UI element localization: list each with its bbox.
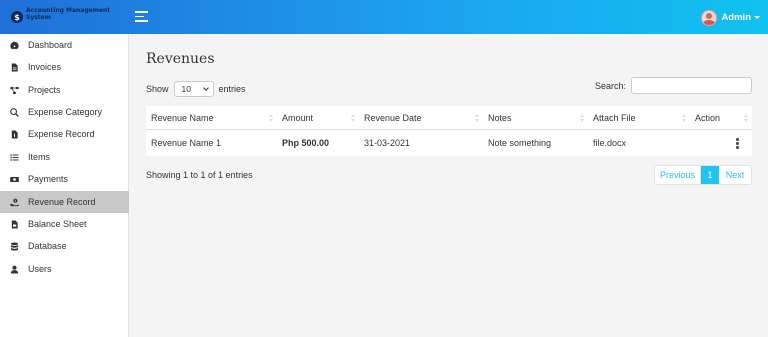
revenues-table: Revenue Name Amount Revenue Date Notes A… — [146, 106, 752, 156]
sidebar-item-users[interactable]: Users — [0, 258, 129, 280]
user-menu[interactable]: Admin — [701, 9, 760, 26]
sidebar-item-expense-category[interactable]: Expense Category — [0, 101, 129, 123]
user-name: Admin — [721, 12, 751, 23]
brand-line-2: System — [26, 13, 51, 21]
column-header-revenue-name[interactable]: Revenue Name — [146, 106, 277, 129]
project-diagram-icon — [0, 86, 28, 95]
sort-icon — [580, 114, 585, 123]
table-info: Showing 1 to 1 of 1 entries — [146, 170, 253, 180]
page-title: Revenues — [146, 51, 215, 67]
top-navbar: $ Accounting Management System Admin — [0, 0, 768, 34]
column-header-label: Attach File — [593, 112, 636, 123]
column-header-label: Notes — [488, 112, 512, 123]
column-header-revenue-date[interactable]: Revenue Date — [359, 106, 483, 129]
file-invoice-icon — [0, 62, 28, 72]
table-search: Search: — [595, 77, 752, 94]
sidebar-item-projects[interactable]: Projects — [0, 79, 129, 101]
sidebar-item-dashboard[interactable]: Dashboard — [0, 34, 129, 56]
caret-down-icon — [754, 16, 760, 19]
sidebar-item-revenue-record[interactable]: Revenue Record — [0, 191, 129, 213]
column-header-label: Amount — [282, 112, 314, 123]
page-1-button[interactable]: 1 — [701, 166, 719, 184]
sidebar-item-label: Payments — [28, 174, 69, 184]
entries-select[interactable]: 10 — [173, 81, 214, 97]
user-icon — [0, 265, 28, 274]
sort-icon — [475, 114, 480, 123]
sidebar-item-label: Projects — [28, 85, 61, 95]
cell-revenue-date: 31-03-2021 — [364, 138, 411, 148]
pagination: Previous 1 Next — [654, 165, 752, 185]
sort-icon — [682, 114, 687, 123]
sidebar-item-label: Expense Record — [28, 129, 95, 139]
cell-notes: Note something — [488, 138, 552, 148]
list-icon — [0, 153, 28, 162]
sidebar-item-database[interactable]: Database — [0, 235, 129, 257]
logo-icon: $ — [11, 11, 23, 23]
sidebar-item-label: Users — [28, 264, 52, 274]
sidebar-item-expense-record[interactable]: Expense Record — [0, 123, 129, 145]
sidebar-item-payments[interactable]: Payments — [0, 168, 129, 190]
file-balance-icon — [0, 219, 28, 229]
next-page-button[interactable]: Next — [719, 166, 751, 184]
column-header-label: Action — [695, 112, 721, 123]
svg-text:$: $ — [14, 13, 20, 22]
column-header-amount[interactable]: Amount — [277, 106, 359, 129]
sidebar-item-label: Revenue Record — [28, 197, 96, 207]
money-bill-icon — [0, 175, 28, 184]
cell-action — [690, 130, 752, 156]
database-icon — [0, 241, 28, 251]
entries-label: entries — [218, 84, 246, 94]
dashboard-icon — [0, 41, 28, 50]
sidebar-item-label: Balance Sheet — [28, 219, 87, 229]
table-header: Revenue Name Amount Revenue Date Notes A… — [146, 106, 752, 130]
entries-length-control: Show 10 entries — [146, 81, 246, 97]
menu-toggle-icon[interactable] — [135, 11, 148, 22]
sort-icon — [744, 114, 749, 123]
cell-amount: Php 500.00 — [282, 138, 330, 148]
sort-icon — [269, 114, 274, 123]
column-header-notes[interactable]: Notes — [483, 106, 588, 129]
sidebar-item-label: Database — [28, 241, 67, 251]
column-header-label: Revenue Name — [151, 112, 214, 123]
sidebar-item-label: Invoices — [28, 62, 62, 72]
sort-icon — [351, 114, 356, 123]
search-dollar-icon — [0, 107, 28, 117]
search-label: Search: — [594, 80, 626, 91]
sidebar: Dashboard Invoices Projects Expense Cate… — [0, 34, 129, 337]
sidebar-item-label: Expense Category — [28, 107, 103, 117]
sidebar-item-label: Dashboard — [28, 40, 73, 50]
previous-page-button[interactable]: Previous — [655, 166, 701, 184]
table-row: Revenue Name 1 Php 500.00 31-03-2021 Not… — [146, 130, 752, 156]
cell-attach-file[interactable]: file.docx — [588, 130, 690, 156]
search-input[interactable] — [631, 77, 752, 94]
more-options-icon[interactable] — [736, 138, 739, 149]
column-header-action[interactable]: Action — [690, 106, 752, 129]
sidebar-item-items[interactable]: Items — [0, 146, 129, 168]
sidebar-item-label: Items — [28, 152, 51, 162]
hand-holding-dollar-icon — [0, 198, 28, 207]
sidebar-item-invoices[interactable]: Invoices — [0, 56, 129, 78]
cell-revenue-name: Revenue Name 1 — [151, 138, 222, 148]
entries-value: 10 — [181, 84, 191, 94]
show-label: Show — [146, 84, 169, 94]
column-header-label: Revenue Date — [364, 112, 422, 123]
column-header-attach-file[interactable]: Attach File — [588, 106, 690, 129]
brand[interactable]: $ Accounting Management System — [10, 7, 118, 27]
file-dollar-icon — [0, 129, 28, 139]
main-content: Revenues Show 10 entries Search: Revenue… — [130, 34, 768, 337]
sidebar-item-balance-sheet[interactable]: Balance Sheet — [0, 213, 129, 235]
brand-name: Accounting Management System — [26, 7, 110, 21]
chevron-down-icon — [202, 85, 209, 91]
avatar — [701, 9, 718, 26]
